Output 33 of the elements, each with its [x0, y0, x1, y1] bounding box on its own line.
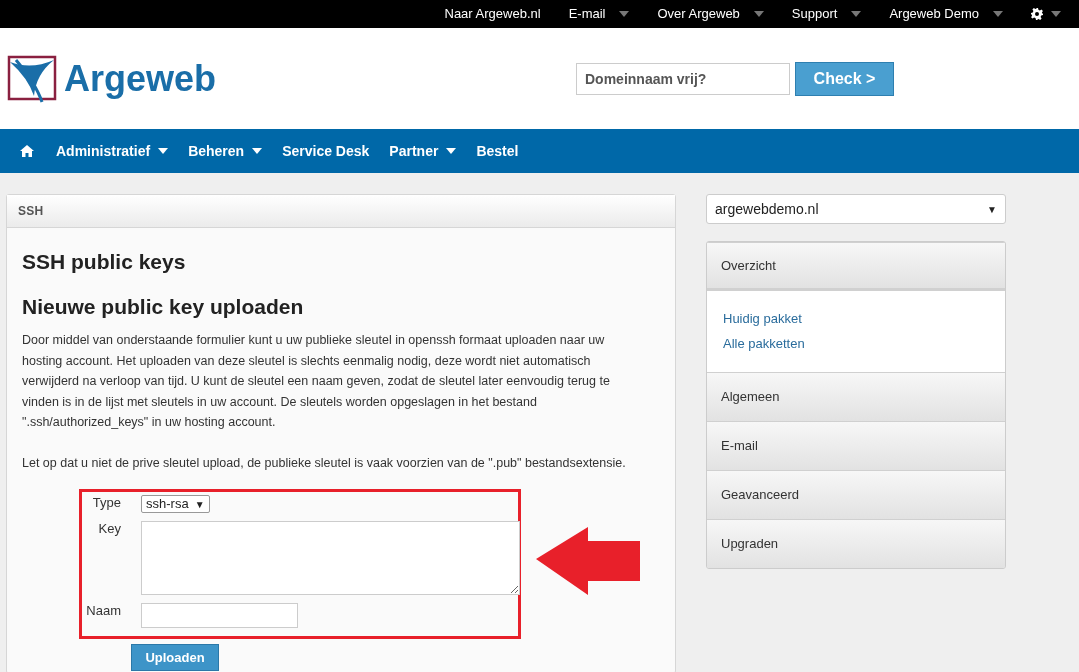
field-label: Naam [85, 603, 121, 619]
type-select[interactable]: ssh-rsa ▼ [141, 495, 210, 513]
accordion-header[interactable]: Algemeen [707, 372, 1005, 421]
field-label: Key [97, 521, 121, 537]
logo-icon [6, 53, 58, 104]
top-menu-link[interactable]: Argeweb Demo [889, 4, 979, 24]
top-menu-link[interactable]: Naar Argeweb.nl [444, 4, 541, 24]
settings-icon[interactable] [1031, 8, 1043, 20]
paragraph: Door middel van onderstaande formulier kunt u uw publieke sleutel in openssh formaat uploaden naar uw hosting account. Het uploaden van deze sleutel is slechts eenmalig nodig, deze wordt niet automatisch verwijderd na verloop van tijd. U kunt de sleutel een naam geven, zodat de sleutel later eenvoudig terug te vinden is in de lijst met sleutels in uw account. De sleutels worden opgeslagen in het bestand ".ssh/authorized_keys" in uw hosting account. [22, 332, 611, 431]
page-heading: SSH public keys [22, 249, 187, 275]
home-icon[interactable] [20, 145, 34, 157]
logo-text: Argeweb [64, 60, 217, 97]
nav-link[interactable]: Administratief [56, 140, 151, 162]
accordion-header[interactable]: Geavanceerd [707, 470, 1005, 519]
panel-title: SSH [18, 203, 44, 220]
nav-link[interactable]: Service Desk [282, 140, 370, 162]
name-input-field[interactable] [141, 603, 298, 628]
section-heading: Nieuwe public key uploaden [22, 293, 305, 320]
sidebar-link[interactable]: Alle pakketten [723, 336, 989, 352]
accordion-header[interactable]: Overzicht [707, 242, 1005, 291]
top-menu-link[interactable]: E-mail [568, 4, 606, 24]
domain-select[interactable]: argewebdemo.nl ▼ [706, 194, 1006, 224]
top-menu-link[interactable]: Over Argeweb [657, 4, 740, 24]
field-label: Type [91, 495, 121, 511]
top-menu-link[interactable]: Support [791, 4, 838, 24]
paragraph: Let op dat u niet de prive sleutel upload, de publieke sleutel is vaak voorzien van de ".pub" bestandsextensie. [22, 454, 627, 472]
nav-link[interactable]: Beheren [188, 140, 245, 162]
accordion-header[interactable]: Upgraden [707, 519, 1005, 568]
accordion-header[interactable]: E-mail [707, 421, 1005, 470]
domain-search-field[interactable]: Domeinnaam vrij? [576, 62, 790, 95]
sidebar-link[interactable]: Huidig pakket [723, 311, 989, 327]
nav-link[interactable]: Partner [389, 140, 439, 162]
nav-link[interactable]: Bestel [476, 140, 519, 162]
